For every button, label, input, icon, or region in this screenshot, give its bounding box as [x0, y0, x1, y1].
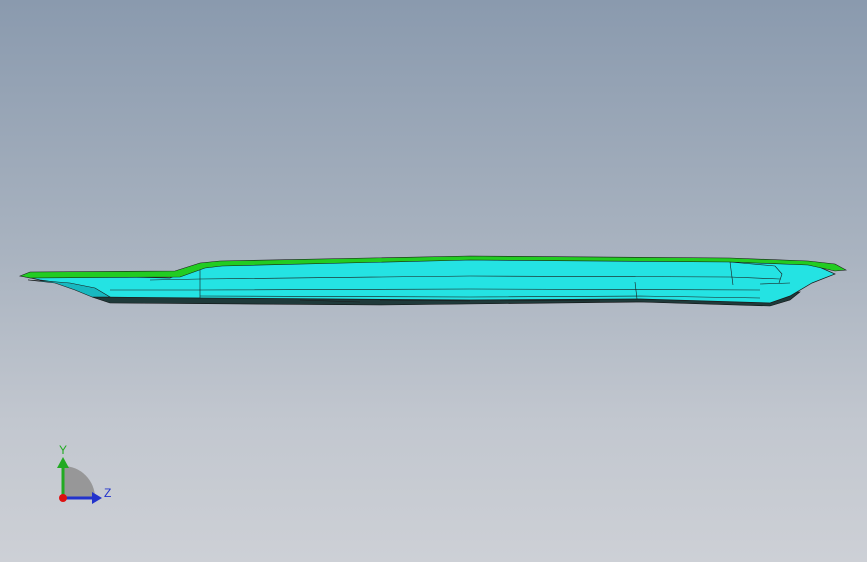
3d-part-model[interactable] — [0, 0, 867, 562]
orientation-triad: Y Z — [57, 443, 111, 504]
graphics-viewport[interactable]: Y Z — [0, 0, 867, 562]
triad-y-arrow-icon — [57, 457, 69, 468]
triad-plane-disc — [63, 466, 95, 498]
part-body — [21, 257, 836, 304]
triad-z-label: Z — [104, 486, 111, 500]
triad-y-label: Y — [59, 443, 67, 457]
triad-z-arrow-icon — [92, 492, 102, 504]
triad-x-axis-dot — [59, 494, 67, 502]
